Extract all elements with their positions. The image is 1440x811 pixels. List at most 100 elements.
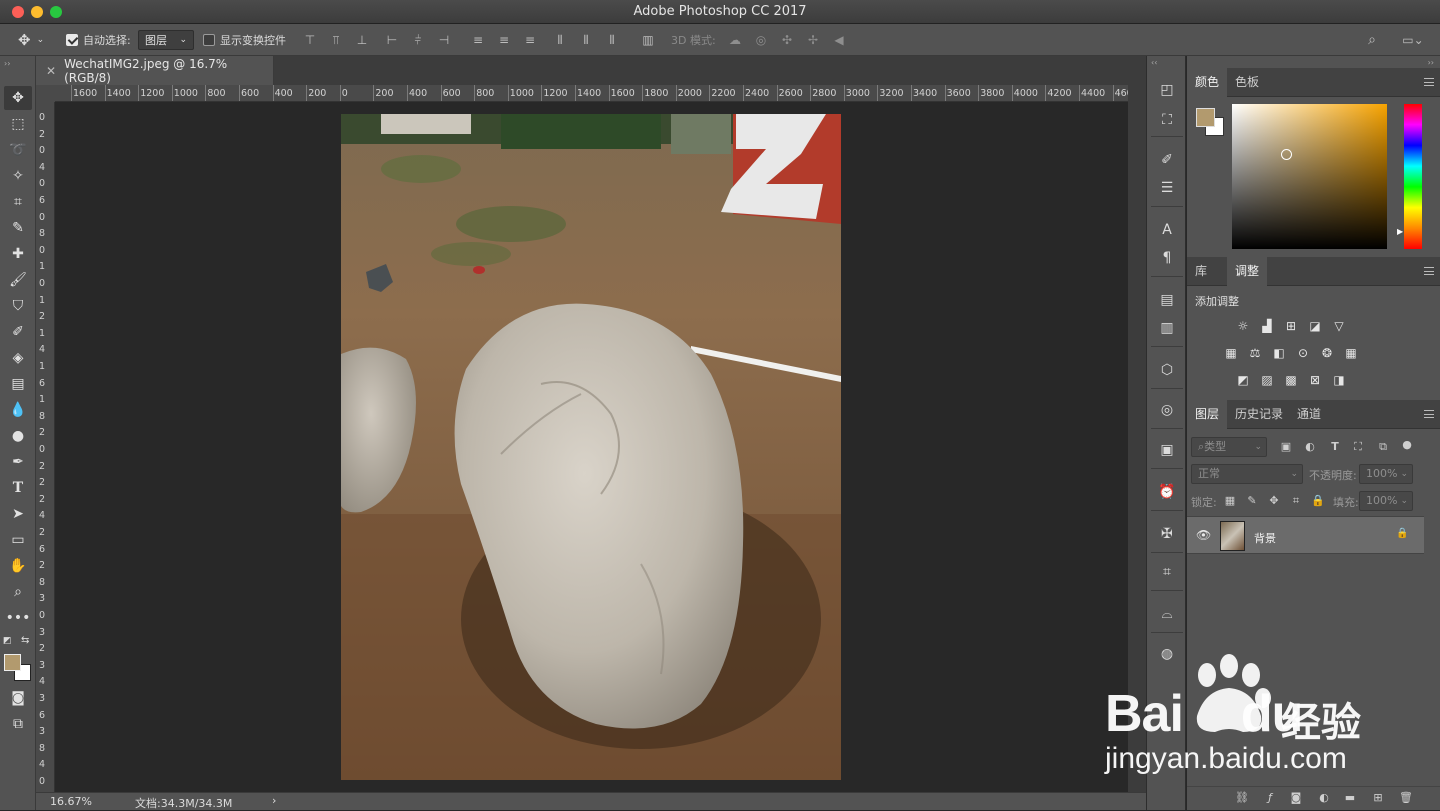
distribute-right-icon[interactable]: ⦀ xyxy=(604,32,620,48)
color-panel-menu-icon[interactable] xyxy=(1424,78,1434,86)
tab-channels[interactable]: 通道 xyxy=(1289,400,1329,429)
more-tools-icon[interactable]: ••• xyxy=(4,606,32,630)
history-panel-icon[interactable]: ◰ xyxy=(1157,80,1177,100)
align-vcenter-icon[interactable]: ⫪ xyxy=(328,32,344,48)
align-top-icon[interactable]: ⊤ xyxy=(302,32,318,48)
layer-name[interactable]: 背景 xyxy=(1254,530,1276,546)
color-picker-cursor[interactable] xyxy=(1281,149,1292,160)
delete-layer-icon[interactable]: 🗑 xyxy=(1399,791,1413,805)
auto-select-target-dropdown[interactable]: 图层 ⌄ xyxy=(138,30,194,50)
curves-icon[interactable]: ⊞ xyxy=(1283,318,1299,334)
hue-slider-handle[interactable]: ▶ xyxy=(1397,227,1403,236)
extensions-icon[interactable]: ✠ xyxy=(1157,524,1177,544)
3d-roll-icon[interactable]: ◎ xyxy=(753,32,769,48)
auto-align-icon[interactable]: ▥ xyxy=(640,32,656,48)
adjustments-panel-menu-icon[interactable] xyxy=(1424,267,1434,275)
document-image[interactable] xyxy=(341,114,841,780)
add-mask-icon[interactable]: ◙ xyxy=(1289,791,1303,805)
expand-panels-icon[interactable]: ‹‹ xyxy=(1151,58,1157,67)
visibility-eye-icon[interactable]: 👁 xyxy=(1196,528,1211,542)
collapse-dock-icon[interactable]: ›› xyxy=(1428,58,1434,67)
lock-position-icon[interactable]: ✥ xyxy=(1267,494,1281,508)
document-tab[interactable]: ✕ WechatIMG2.jpeg @ 16.7%(RGB/8) xyxy=(36,56,274,85)
channel-mixer-icon[interactable]: ❂ xyxy=(1319,345,1335,361)
invert-icon[interactable]: ◩ xyxy=(1235,372,1251,388)
lock-image-icon[interactable]: ✎ xyxy=(1245,494,1259,508)
color-lookup-icon[interactable]: ◎ xyxy=(1157,400,1177,420)
healing-brush-tool-icon[interactable]: ✚ xyxy=(4,242,32,266)
comments-icon[interactable]: ◍ xyxy=(1157,644,1177,664)
blur-tool-icon[interactable]: 💧 xyxy=(4,398,32,422)
tab-library[interactable]: 库 xyxy=(1187,257,1215,286)
timeline-icon[interactable]: ⏰ xyxy=(1157,482,1177,502)
threshold-icon[interactable]: ▩ xyxy=(1283,372,1299,388)
photo-filter-icon[interactable]: ⊙ xyxy=(1295,345,1311,361)
distribute-bottom-icon[interactable]: ≡ xyxy=(522,32,538,48)
filter-type-icon[interactable]: T xyxy=(1328,440,1342,454)
gradient-map-icon[interactable]: ◨ xyxy=(1331,372,1347,388)
filter-smart-object-icon[interactable]: ⧉ xyxy=(1376,440,1390,454)
3d-slide-icon[interactable]: ✢ xyxy=(805,32,821,48)
lock-transparent-icon[interactable]: ▦ xyxy=(1223,494,1237,508)
history-brush-tool-icon[interactable]: ✐ xyxy=(4,320,32,344)
opacity-input[interactable]: 100% ⌄ xyxy=(1359,464,1413,484)
character-styles-icon[interactable]: ▤ xyxy=(1157,290,1177,310)
magic-wand-tool-icon[interactable]: ✧ xyxy=(4,164,32,188)
tab-color[interactable]: 颜色 xyxy=(1187,68,1228,97)
measurement-icon[interactable]: ⌓ xyxy=(1157,604,1177,624)
layer-filter-dropdown[interactable]: ⌕类型 ⌄ xyxy=(1191,437,1267,457)
brush-settings-icon[interactable]: ☰ xyxy=(1157,178,1177,198)
paragraph-panel-icon[interactable]: ¶ xyxy=(1157,248,1177,268)
tab-layers[interactable]: 图层 xyxy=(1187,400,1228,429)
filter-shape-icon[interactable]: ⛶ xyxy=(1351,440,1365,454)
black-white-icon[interactable]: ◧ xyxy=(1271,345,1287,361)
brightness-contrast-icon[interactable]: ☼ xyxy=(1235,318,1251,334)
tab-swatches[interactable]: 色板 xyxy=(1227,68,1267,97)
move-tool-preset-icon[interactable]: ✥ ⌄ xyxy=(18,24,44,56)
layer-style-fx-icon[interactable]: ƒ xyxy=(1263,791,1277,805)
levels-icon[interactable]: ▟ xyxy=(1259,318,1275,334)
crop-tool-icon[interactable]: ⌗ xyxy=(4,190,32,214)
link-layers-icon[interactable]: ⛓ xyxy=(1235,791,1249,805)
eyedropper-tool-icon[interactable]: ✎ xyxy=(4,216,32,240)
swap-colors-icon[interactable]: ⇆ xyxy=(21,635,29,646)
align-hcenter-icon[interactable]: ⫩ xyxy=(410,32,426,48)
foreground-color-chip[interactable] xyxy=(1196,108,1215,127)
properties-panel-icon[interactable]: ⛶ xyxy=(1157,110,1177,130)
search-icon[interactable]: ⌕ xyxy=(1364,32,1380,48)
color-field[interactable] xyxy=(1232,104,1387,249)
distribute-vcenter-icon[interactable]: ≡ xyxy=(496,32,512,48)
gradient-tool-icon[interactable]: ▤ xyxy=(4,372,32,396)
filter-toggle-icon[interactable]: ● xyxy=(1400,438,1414,452)
vertical-scrollbar[interactable] xyxy=(1128,85,1146,792)
character-panel-icon[interactable]: A xyxy=(1157,220,1177,240)
layer-row[interactable]: 👁 背景 🔒 xyxy=(1187,516,1424,554)
3d-drag-icon[interactable]: ✣ xyxy=(779,32,795,48)
libraries-folder-icon[interactable]: ▣ xyxy=(1157,440,1177,460)
rectangle-tool-icon[interactable]: ▭ xyxy=(4,528,32,552)
eraser-tool-icon[interactable]: ◈ xyxy=(4,346,32,370)
foreground-color-swatch[interactable] xyxy=(4,654,21,671)
selective-color-icon[interactable]: ⊠ xyxy=(1307,372,1323,388)
exposure-icon[interactable]: ◪ xyxy=(1307,318,1323,334)
distribute-hcenter-icon[interactable]: ⦀ xyxy=(578,32,594,48)
auto-select-checkbox[interactable] xyxy=(66,34,78,46)
new-adjustment-layer-icon[interactable]: ◐ xyxy=(1317,791,1331,805)
align-bottom-icon[interactable]: ⊥ xyxy=(354,32,370,48)
3d-scale-icon[interactable]: ◀ xyxy=(831,32,847,48)
new-group-icon[interactable]: ▬ xyxy=(1343,791,1357,805)
close-document-icon[interactable]: ✕ xyxy=(46,64,56,78)
type-tool-icon[interactable]: T xyxy=(4,476,32,500)
hue-saturation-icon[interactable]: ▦ xyxy=(1223,345,1239,361)
vibrance-icon[interactable]: ▽ xyxy=(1331,318,1347,334)
color-lookup-grid-icon[interactable]: ▦ xyxy=(1343,345,1359,361)
align-right-icon[interactable]: ⊣ xyxy=(436,32,452,48)
crop-panel-icon[interactable]: ⌗ xyxy=(1157,562,1177,582)
marquee-tool-icon[interactable]: ⬚ xyxy=(4,112,32,136)
hand-tool-icon[interactable]: ✋ xyxy=(4,554,32,578)
blend-mode-dropdown[interactable]: 正常 ⌄ xyxy=(1191,464,1303,484)
pen-tool-icon[interactable]: ✒ xyxy=(4,450,32,474)
distribute-left-icon[interactable]: ⦀ xyxy=(552,32,568,48)
path-selection-tool-icon[interactable]: ➤ xyxy=(4,502,32,526)
brushes-panel-icon[interactable]: ✐ xyxy=(1157,150,1177,170)
